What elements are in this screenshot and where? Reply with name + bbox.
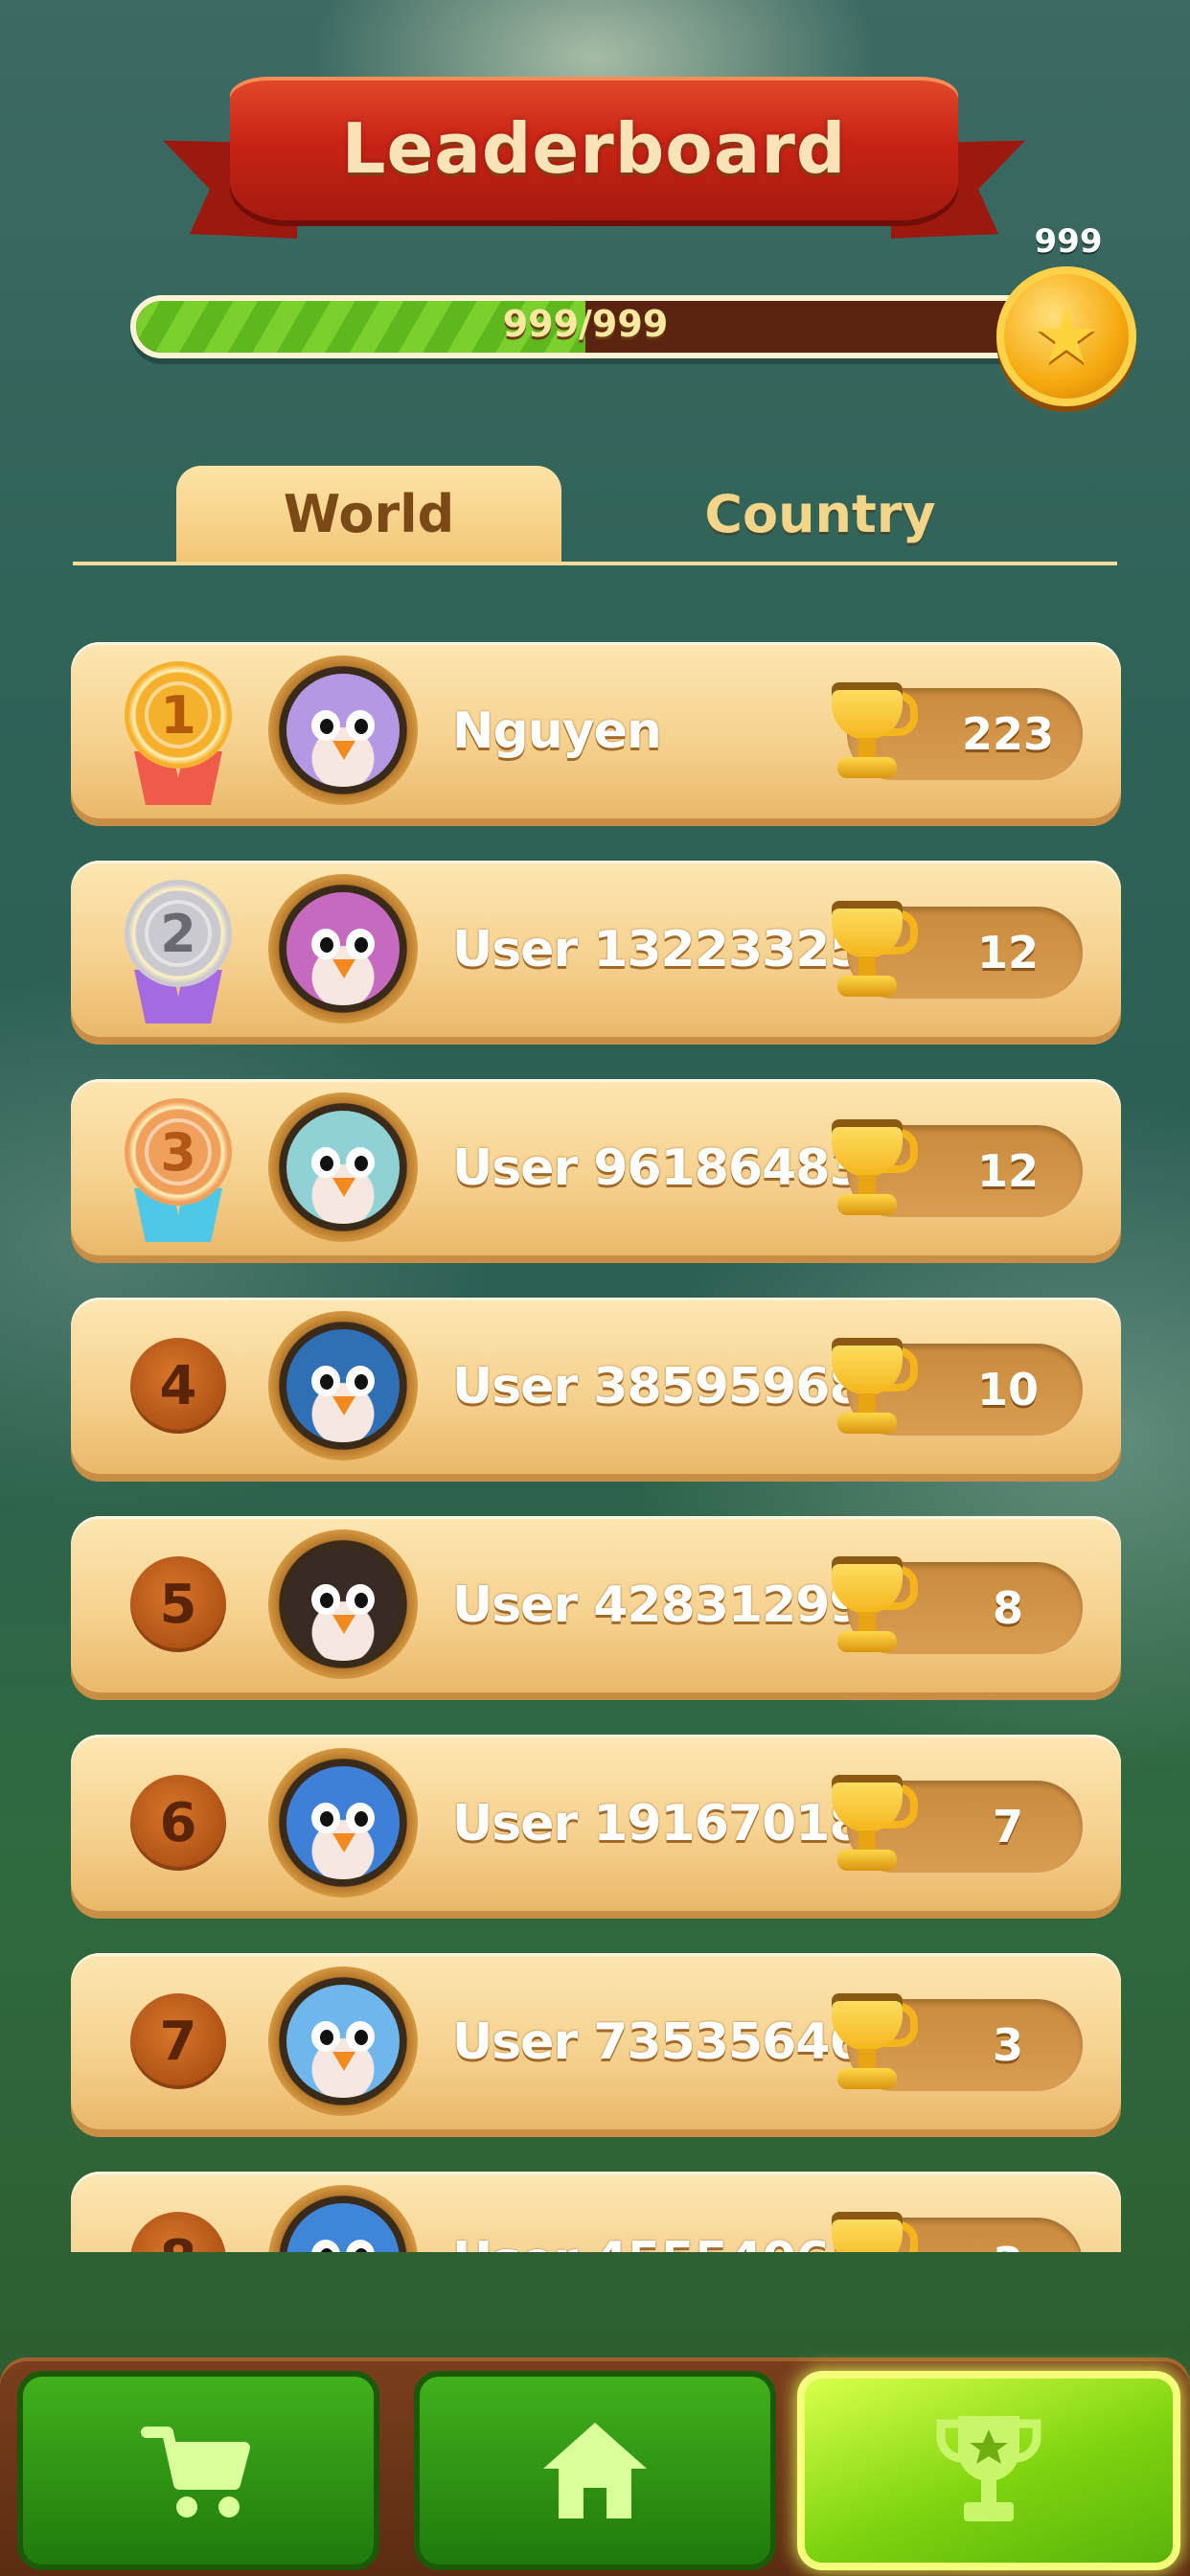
avatar [268, 1311, 418, 1460]
rank-number: 5 [130, 1556, 226, 1652]
bird-avatar-icon [286, 2203, 400, 2252]
avatar [268, 1748, 418, 1898]
bird-avatar-icon [286, 1548, 400, 1661]
avatar [268, 656, 418, 805]
score-value: 12 [976, 1145, 1039, 1197]
bird-avatar-icon [286, 1985, 400, 2098]
tab-label: World [283, 483, 455, 544]
leaderboard-row[interactable]: 7 User 73535646 3 [71, 1953, 1121, 2129]
score-value: 3 [933, 2218, 1083, 2252]
avatar [268, 1092, 418, 1242]
shop-button[interactable] [17, 2371, 379, 2570]
player-name: Nguyen [452, 702, 662, 760]
home-button[interactable] [414, 2371, 776, 2570]
trophy-icon [814, 1988, 920, 2101]
avatar [268, 2185, 418, 2252]
trophy-icon [814, 1769, 920, 1882]
avatar [268, 1530, 418, 1679]
bird-avatar-icon [286, 1111, 400, 1224]
player-name: User 96186483 [452, 1139, 864, 1197]
trophy-icon [814, 1114, 920, 1227]
progress-text: 999/999 [502, 303, 669, 345]
bottom-nav [0, 2358, 1190, 2576]
rank-number: 7 [130, 1993, 226, 2089]
player-name: User 73535646 [452, 2013, 864, 2071]
tab-divider [73, 562, 1117, 565]
tab-label: Country [704, 483, 936, 544]
coin-button[interactable]: ★ [996, 266, 1136, 406]
bird-avatar-icon [286, 1329, 400, 1442]
rank-number: 4 [130, 1338, 226, 1434]
avatar [268, 1966, 418, 2116]
trophy-icon [814, 1551, 920, 1664]
rank-number: 6 [130, 1775, 226, 1871]
tab-world[interactable]: World [176, 466, 561, 562]
rank-number: 3 [145, 1118, 212, 1185]
rank-number: 2 [145, 900, 212, 967]
leaderboard-row[interactable]: 5 User 42831299 8 [71, 1516, 1121, 1692]
page-title: Leaderboard [341, 108, 847, 189]
bird-avatar-icon [286, 674, 400, 787]
score-value: 8 [992, 1582, 1023, 1634]
bird-avatar-icon [286, 1766, 400, 1879]
silver-medal-icon: 2 [119, 880, 238, 1024]
score-value: 10 [976, 1364, 1039, 1415]
player-name: User 42831299 [452, 1576, 864, 1634]
player-name: User 38595968 [452, 1358, 864, 1415]
leaderboard-row[interactable]: 1 Nguyen 223 [71, 642, 1121, 818]
bronze-medal-icon: 3 [119, 1098, 238, 1242]
leaderboard-list[interactable]: 1 Nguyen 223 2 User 13223325 12 3 User 9… [71, 642, 1121, 2252]
trophy-icon [931, 2408, 1046, 2533]
trophy-icon [814, 677, 920, 790]
gold-medal-icon: 1 [119, 661, 238, 805]
leaderboard-button[interactable] [797, 2371, 1180, 2570]
banner-ribbon: Leaderboard [230, 77, 958, 220]
tab-country[interactable]: Country [642, 466, 998, 562]
cart-icon [141, 2413, 256, 2528]
trophy-icon [814, 2206, 920, 2252]
score-value: 7 [992, 1801, 1023, 1852]
score-value: 3 [992, 2019, 1023, 2071]
avatar [268, 874, 418, 1024]
title-banner: Leaderboard [163, 77, 1025, 268]
player-name: User 19167018 [452, 1795, 864, 1852]
player-name: User 45554061 [452, 2218, 864, 2252]
leaderboard-row[interactable]: 6 User 19167018 7 [71, 1735, 1121, 1911]
star-icon: ★ [1033, 294, 1100, 379]
trophy-icon [814, 895, 920, 1008]
rank-number: 1 [145, 681, 212, 748]
rank-number: 8 [130, 2212, 226, 2252]
home-icon [538, 2413, 652, 2528]
score-value: 223 [961, 708, 1055, 760]
coin-count: 999 [1034, 222, 1103, 261]
leaderboard-row[interactable]: 3 User 96186483 12 [71, 1079, 1121, 1255]
progress-bar: 999/999 [130, 295, 1041, 358]
score-value: 12 [976, 927, 1039, 978]
leaderboard-row[interactable]: 4 User 38595968 10 [71, 1298, 1121, 1474]
trophy-icon [814, 1332, 920, 1445]
leaderboard-row[interactable]: 8 User 45554061 3 [71, 2172, 1121, 2252]
leaderboard-row[interactable]: 2 User 13223325 12 [71, 861, 1121, 1037]
player-name: User 13223325 [452, 921, 864, 978]
bird-avatar-icon [286, 892, 400, 1005]
